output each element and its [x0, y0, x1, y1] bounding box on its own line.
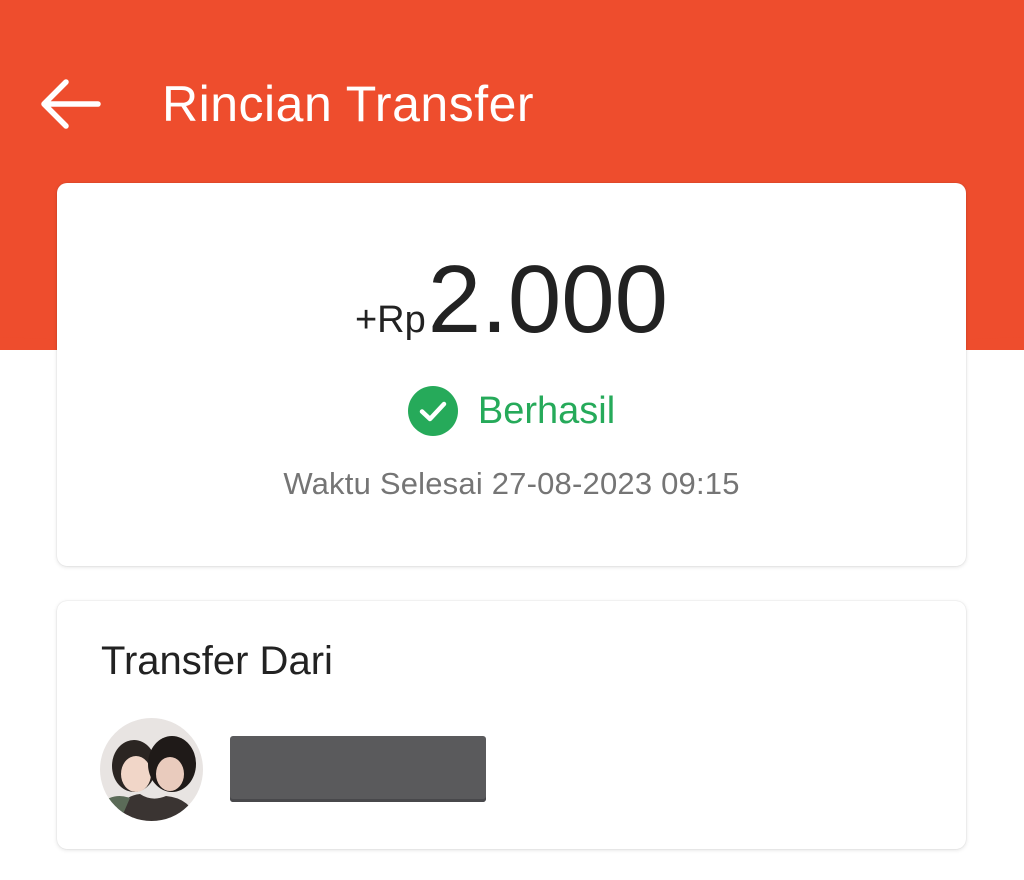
check-circle-icon — [407, 386, 458, 436]
amount-value: 2.000 — [427, 246, 668, 353]
top-bar: Rincian Transfer — [0, 60, 1024, 150]
amount-prefix: +Rp — [354, 299, 426, 341]
arrow-left-icon — [41, 79, 101, 129]
avatar — [100, 718, 203, 821]
status-row: Berhasil — [57, 386, 966, 436]
page-title: Rincian Transfer — [162, 76, 535, 132]
transfer-detail-screen: Rincian Transfer +Rp 2.000 Berhasil Wakt… — [0, 0, 1024, 880]
completed-time: Waktu Selesai 27-08-2023 09:15 — [283, 466, 740, 501]
sender-section-label: Transfer Dari — [101, 639, 333, 683]
status-label: Berhasil — [477, 389, 616, 432]
sender-name-redacted — [230, 736, 486, 802]
back-button[interactable] — [28, 72, 112, 136]
amount-card: +Rp 2.000 Berhasil Waktu Selesai 27-08-2… — [57, 183, 966, 566]
sender-card: Transfer Dari — [57, 601, 966, 849]
avatar-photo — [100, 718, 203, 821]
transfer-amount: +Rp 2.000 — [57, 245, 966, 355]
